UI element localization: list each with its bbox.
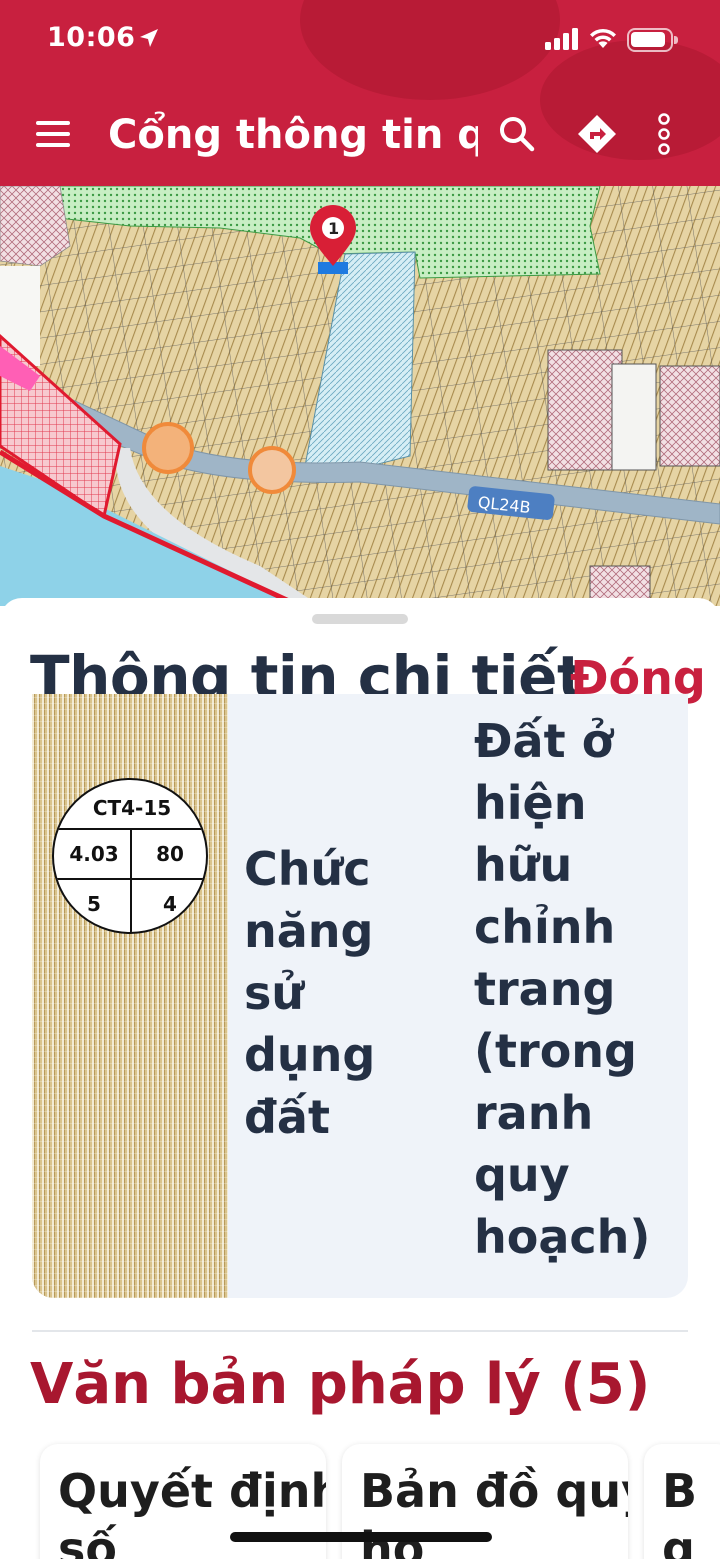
- legal-doc-card[interactable]: B g: [644, 1444, 720, 1559]
- app-title: Cổng thông tin quy hoạch: [108, 112, 478, 158]
- app-header: 10:06 Cổng thông tin quy hoạch: [0, 0, 720, 186]
- zone-code: CT4-15: [92, 796, 172, 820]
- map-pin-label: 1: [328, 219, 339, 238]
- sheet-grabber[interactable]: [312, 614, 408, 624]
- legal-docs-title: Văn bản pháp lý (5): [30, 1352, 651, 1417]
- section-divider: [32, 1330, 688, 1332]
- planning-map[interactable]: QL24B 1: [0, 186, 720, 606]
- directions-icon[interactable]: [574, 110, 620, 158]
- more-vert-icon[interactable]: [641, 110, 687, 158]
- zone-value: 80: [156, 842, 184, 866]
- legal-doc-label: B g: [662, 1464, 698, 1559]
- battery-icon: [627, 28, 678, 52]
- land-function-label: Chức năng sử dụng đất: [244, 842, 376, 1144]
- land-use-card: CT4-15 4.03 80 5 4 Chức năng sử dụng đất…: [32, 694, 688, 1298]
- zone-value: 4.03: [69, 842, 119, 866]
- zone-value: 4: [163, 892, 177, 916]
- menu-icon[interactable]: [34, 118, 74, 150]
- land-function-value: Đất ở hiện hữu chỉnh trang (trong ranh q…: [474, 714, 651, 1264]
- zone-badge: CT4-15 4.03 80 5 4: [52, 778, 208, 934]
- map-canvas[interactable]: QL24B 1: [0, 186, 720, 606]
- legal-doc-label: Quyết định số: [58, 1464, 326, 1559]
- zone-value: 5: [87, 892, 101, 916]
- legal-doc-label: Bản đồ quy ho: [360, 1464, 628, 1559]
- search-icon[interactable]: [494, 110, 540, 158]
- location-arrow-icon: [140, 29, 158, 47]
- app-bar: Cổng thông tin quy hoạch: [0, 90, 720, 180]
- wifi-icon: [590, 28, 616, 48]
- detail-sheet: Thông tin chi tiết Đóng CT4-15 4.03 80 5…: [0, 598, 720, 1559]
- home-indicator[interactable]: [230, 1532, 492, 1542]
- status-time: 10:06: [47, 22, 136, 53]
- status-bar: 10:06: [0, 0, 720, 80]
- cellular-signal-icon: [545, 28, 578, 50]
